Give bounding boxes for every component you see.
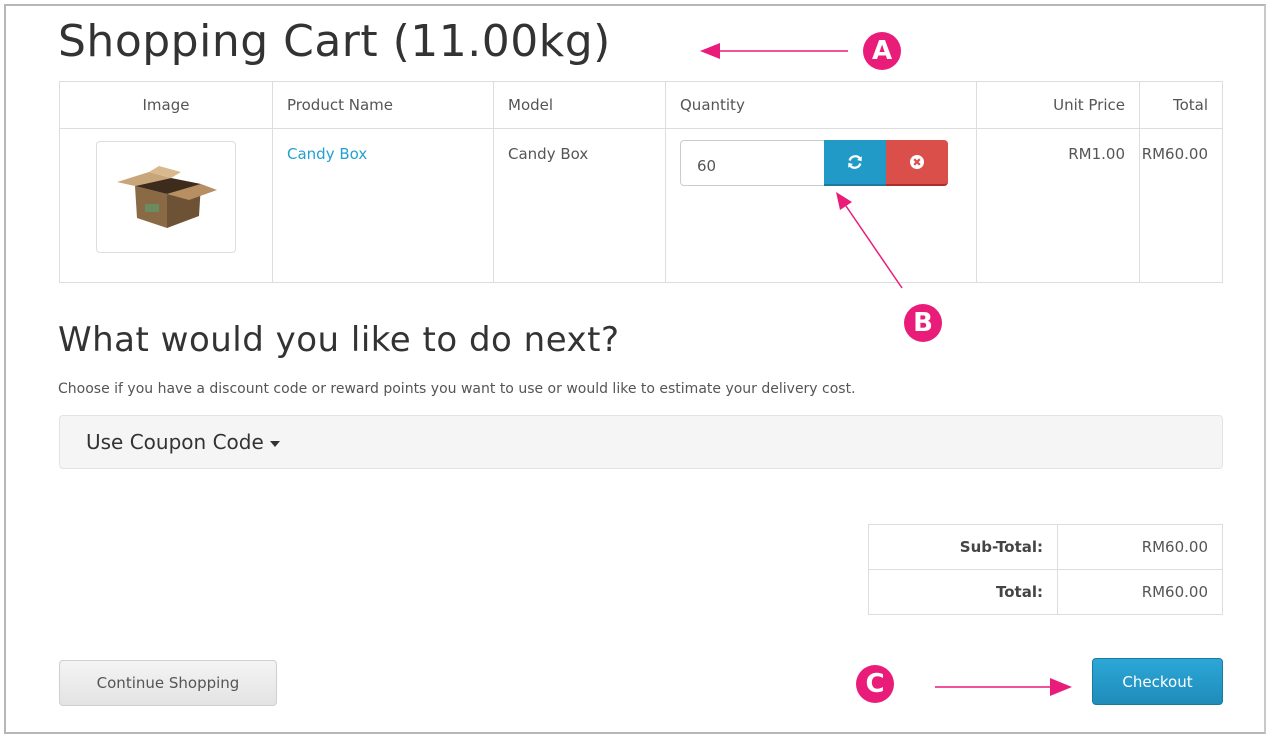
page-title: Shopping Cart (11.00kg) [58,16,611,67]
subtotal-label: Sub-Total: [868,524,1058,570]
totals-table: Sub-Total: RM60.00 Total: RM60.00 [868,524,1223,615]
remove-item-button[interactable] [886,140,948,186]
product-name-link[interactable]: Candy Box [287,145,367,163]
header-model: Model [493,81,666,129]
header-quantity: Quantity [665,81,977,129]
cell-quantity [665,128,977,283]
cardboard-box-icon [117,166,217,228]
cart-table-header-row: Image Product Name Model Quantity Unit P… [59,81,1223,129]
coupon-panel-toggle[interactable]: Use Coupon Code [86,430,280,454]
header-unit-price: Unit Price [976,81,1140,129]
cell-total: RM60.00 [1139,128,1223,283]
checkout-button[interactable]: Checkout [1092,658,1223,705]
cell-unit-price: RM1.00 [976,128,1140,283]
next-steps-title: What would you like to do next? [58,320,620,360]
update-quantity-button[interactable] [824,140,886,186]
quantity-input[interactable] [680,140,824,186]
totals-row-subtotal: Sub-Total: RM60.00 [868,524,1223,570]
annotation-marker-b: B [904,304,942,342]
cell-product-name: Candy Box [272,128,494,283]
product-thumbnail[interactable] [96,141,236,253]
refresh-icon [848,155,862,169]
totals-row-total: Total: RM60.00 [868,569,1223,615]
remove-circle-icon [910,155,924,169]
annotation-marker-c: C [856,665,894,703]
header-total: Total [1139,81,1223,129]
caret-down-icon [269,440,280,447]
cell-image [59,128,273,283]
next-steps-description: Choose if you have a discount code or re… [58,381,856,397]
coupon-panel-title: Use Coupon Code [86,430,264,454]
table-row: Candy Box Candy Box 60 RM1.00 RM60.00 [59,128,1223,283]
annotation-marker-a: A [863,32,901,70]
cart-table: Image Product Name Model Quantity Unit P… [59,81,1223,283]
coupon-panel[interactable]: Use Coupon Code [59,415,1223,469]
total-label: Total: [868,569,1058,615]
subtotal-value: RM60.00 [1057,524,1223,570]
total-value: RM60.00 [1057,569,1223,615]
quantity-input-group [680,140,948,186]
cell-model: Candy Box [493,128,666,283]
header-image: Image [59,81,273,129]
continue-shopping-button[interactable]: Continue Shopping [59,660,277,706]
header-product-name: Product Name [272,81,494,129]
